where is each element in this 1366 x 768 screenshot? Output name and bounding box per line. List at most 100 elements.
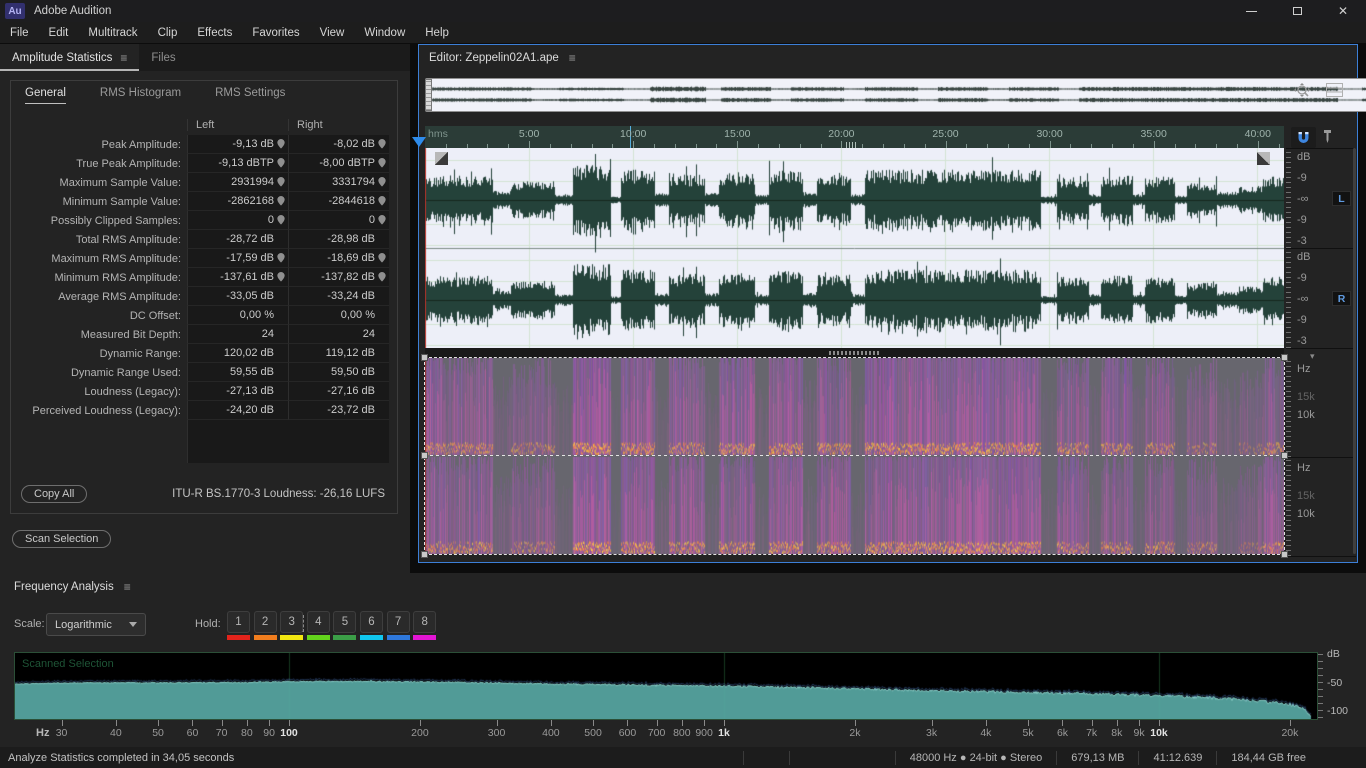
marker-pin-icon[interactable] xyxy=(378,177,386,187)
tab-amplitude-statistics[interactable]: Amplitude Statistics ≡ xyxy=(0,44,140,71)
stat-label: True Peak Amplitude: xyxy=(76,157,181,170)
x-tick-mark xyxy=(1028,720,1030,726)
scale-dropdown[interactable]: Logarithmic xyxy=(46,613,146,636)
maximize-button[interactable] xyxy=(1274,0,1320,22)
panel-menu-icon[interactable]: ≡ xyxy=(569,51,576,65)
stat-value-text: -28,72 dB xyxy=(226,233,274,245)
marker-pin-icon[interactable] xyxy=(277,177,285,187)
marker-pin-icon[interactable] xyxy=(277,158,285,168)
selection-handle[interactable] xyxy=(1281,452,1288,459)
overview-waveform[interactable] xyxy=(426,79,1366,111)
channel-badge-l[interactable]: L xyxy=(1332,191,1351,206)
status-format: 48000 Hz ● 24-bit ● Stereo xyxy=(894,750,1057,765)
menu-help[interactable]: Help xyxy=(415,22,459,44)
menu-favorites[interactable]: Favorites xyxy=(242,22,309,44)
fade-in-handle[interactable] xyxy=(435,152,448,165)
snap-toggle[interactable] xyxy=(1291,127,1316,148)
menu-file[interactable]: File xyxy=(0,22,39,44)
menu-multitrack[interactable]: Multitrack xyxy=(78,22,147,44)
spectrogram-canvas[interactable] xyxy=(425,358,1284,554)
overview-left-handle[interactable] xyxy=(425,79,432,111)
stat-value-text: -33,05 dB xyxy=(226,290,274,302)
selection-handle[interactable] xyxy=(1281,354,1288,361)
x-tick-mark xyxy=(158,720,160,726)
hold-button-2[interactable]: 2 xyxy=(253,611,277,633)
scan-selection-button[interactable]: Scan Selection xyxy=(12,530,112,548)
marker-pin-icon[interactable] xyxy=(1322,129,1333,148)
status-spacer xyxy=(1320,751,1366,765)
hold-button-5[interactable]: 5 xyxy=(333,611,357,633)
waveform-spectral-splitter[interactable] xyxy=(425,348,1284,358)
current-time-indicator[interactable] xyxy=(412,137,426,154)
marker-pin-icon[interactable] xyxy=(378,139,386,149)
menu-window[interactable]: Window xyxy=(354,22,415,44)
hold-button-3[interactable]: 3 xyxy=(280,611,304,633)
stat-value-right: -33,24 dB xyxy=(288,287,389,306)
frequency-plot-canvas[interactable] xyxy=(15,653,1317,719)
marker-pin-icon[interactable] xyxy=(277,253,285,263)
x-tick-mark xyxy=(704,720,706,726)
fade-out-handle[interactable] xyxy=(1257,152,1270,165)
stat-value-right: -8,00 dBTP xyxy=(288,154,389,173)
amplitude-statistics-panel: Amplitude Statistics ≡ Files General RMS… xyxy=(0,44,410,573)
overview-strip[interactable] xyxy=(425,78,1366,112)
panel-menu-icon[interactable]: ≡ xyxy=(124,580,131,594)
panel-menu-icon[interactable]: ≡ xyxy=(120,51,127,65)
selection-handle[interactable] xyxy=(421,354,428,361)
ruler-label: 25:00 xyxy=(932,128,959,140)
hold-button-1[interactable]: 1 xyxy=(227,611,250,633)
hold-color-swatch xyxy=(333,635,357,640)
waveform-display[interactable] xyxy=(425,148,1284,348)
stats-panel-tabs: Amplitude Statistics ≡ Files xyxy=(0,44,410,71)
editor-scrollbar[interactable] xyxy=(1353,148,1356,554)
close-button[interactable]: ✕ xyxy=(1320,0,1366,22)
channel-badge-r[interactable]: R xyxy=(1332,291,1351,306)
frequency-plot[interactable] xyxy=(14,652,1318,720)
copy-all-button[interactable]: Copy All xyxy=(21,485,88,503)
stat-value-text: 119,12 dB xyxy=(325,347,375,359)
zoom-navigate-icon[interactable] xyxy=(1294,83,1312,99)
hold-button-8[interactable]: 8 xyxy=(413,611,437,633)
scale-label: -∞ xyxy=(1297,293,1309,305)
marker-pin-icon[interactable] xyxy=(378,272,386,282)
selection-handle[interactable] xyxy=(421,452,428,459)
timeline-ruler[interactable]: hms 5:00 10:00 15:00 20:00 25:00 30:00 35:00 40… xyxy=(425,126,1284,148)
tab-files[interactable]: Files xyxy=(139,44,187,71)
marker-pin-icon[interactable] xyxy=(378,196,386,206)
channels-layout-icon[interactable] xyxy=(1326,83,1343,97)
table-row: Possibly Clipped Samples: 0 0 xyxy=(15,211,393,230)
selection-handle[interactable] xyxy=(421,551,428,558)
waveform-canvas[interactable] xyxy=(425,148,1284,348)
marker-pin-icon[interactable] xyxy=(277,215,285,225)
minimize-icon xyxy=(1245,10,1257,12)
audition-logo-icon: Au xyxy=(5,3,25,19)
marker-pin-icon[interactable] xyxy=(277,139,285,149)
marker-pin-icon[interactable] xyxy=(378,253,386,263)
status-bar: Analyze Statistics completed in 34,05 se… xyxy=(0,747,1366,768)
marker-pin-icon[interactable] xyxy=(378,158,386,168)
stat-value-left: -28,72 dB xyxy=(187,230,288,249)
selection-handle[interactable] xyxy=(1281,551,1288,558)
marker-pin-icon[interactable] xyxy=(378,215,386,225)
editor-tab-title[interactable]: Editor: Zeppelin02A1.ape xyxy=(429,52,559,64)
hold-button-7[interactable]: 7 xyxy=(386,611,410,633)
stat-value-text: 59,50 dB xyxy=(330,366,375,378)
menu-clip[interactable]: Clip xyxy=(148,22,188,44)
x-tick-label: 100 xyxy=(280,727,298,739)
marker-pin-icon[interactable] xyxy=(277,196,285,206)
minimize-button[interactable] xyxy=(1228,0,1274,22)
hold-button-6[interactable]: 6 xyxy=(360,611,383,633)
ruler-label: 10:00 xyxy=(620,128,647,140)
spectral-display[interactable] xyxy=(425,358,1284,554)
stat-label: Total RMS Amplitude: xyxy=(75,233,181,246)
x-tick-label: 700 xyxy=(647,727,666,739)
menu-view[interactable]: View xyxy=(310,22,355,44)
marker-pin-icon[interactable] xyxy=(277,272,285,282)
menu-effects[interactable]: Effects xyxy=(187,22,242,44)
hold-button-4[interactable]: 4 xyxy=(306,611,330,633)
subtab-rms-settings[interactable]: RMS Settings xyxy=(215,87,285,104)
stat-value-text: -27,13 dB xyxy=(226,385,274,397)
menu-edit[interactable]: Edit xyxy=(39,22,79,44)
subtab-general[interactable]: General xyxy=(25,87,66,104)
subtab-rms-histogram[interactable]: RMS Histogram xyxy=(100,87,181,104)
